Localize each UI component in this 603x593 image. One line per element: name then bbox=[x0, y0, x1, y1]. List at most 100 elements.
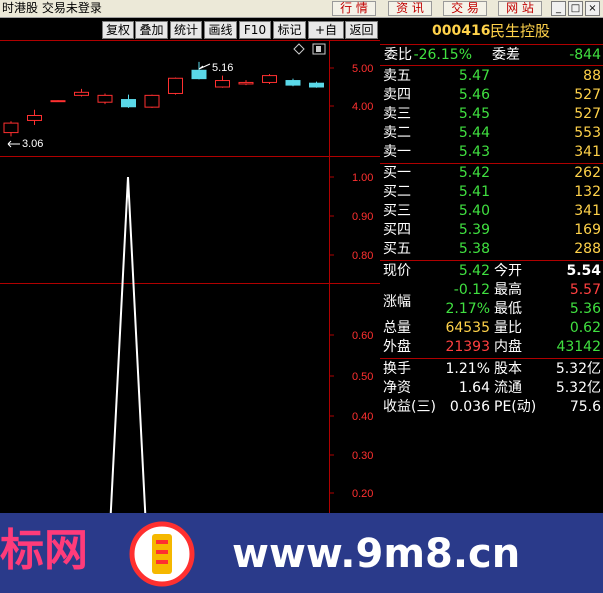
guben-label: 股本 bbox=[494, 361, 522, 377]
ask-row[interactable]: 卖五 5.47 88 bbox=[380, 67, 603, 86]
title-bar: 时港股 交易未登录 行 情 资 讯 交 易 网 站 _ □ × bbox=[0, 0, 603, 18]
chart-area[interactable]: 5.00 4.00 1.00 0.90 0.80 0.60 0.50 0.40 … bbox=[0, 40, 380, 568]
kline-tick-5: 5.00 bbox=[352, 63, 373, 75]
ask-label: 卖二 bbox=[383, 125, 411, 141]
candle bbox=[121, 94, 136, 108]
candle bbox=[309, 81, 324, 88]
kline-chart-svg[interactable]: 5.00 4.00 1.00 0.90 0.80 0.60 0.50 0.40 … bbox=[0, 40, 380, 568]
candle bbox=[3, 121, 19, 137]
bid-label: 买二 bbox=[383, 184, 411, 200]
shouyi-label: 收益(三) bbox=[383, 399, 436, 415]
candle bbox=[50, 100, 66, 103]
liutong-label: 流通 bbox=[494, 380, 522, 396]
bid-volume: 288 bbox=[574, 241, 601, 257]
ind1-tick-080: 0.80 bbox=[352, 250, 373, 262]
biaoji-button[interactable]: 标记 bbox=[273, 21, 306, 39]
liangbi-value: 0.62 bbox=[569, 320, 601, 336]
zongliang-value: 64535 bbox=[445, 320, 490, 336]
ind2-tick-020: 0.20 bbox=[352, 488, 373, 500]
high-price-label: 5.16 bbox=[212, 62, 233, 74]
ask-label: 卖五 bbox=[383, 68, 411, 84]
bid-row[interactable]: 买四 5.39 169 bbox=[380, 221, 603, 240]
pe-label: PE(动) bbox=[494, 399, 537, 415]
ask-volume: 88 bbox=[583, 68, 601, 84]
bid-price: 5.42 bbox=[458, 165, 490, 181]
bid-volume: 262 bbox=[574, 165, 601, 181]
zuidi-label: 最低 bbox=[494, 301, 522, 317]
stock-code: 000416 bbox=[432, 23, 491, 39]
f10-button[interactable]: F10 bbox=[239, 21, 271, 39]
zhangfu-row: 涨幅 2.17% 最低 5.36 bbox=[380, 294, 603, 319]
bid-row[interactable]: 买一 5.42 262 bbox=[380, 164, 603, 183]
bid-row[interactable]: 买五 5.38 288 bbox=[380, 240, 603, 259]
zhangfu-value: 2.17% bbox=[445, 301, 490, 317]
neipan-value: 43142 bbox=[556, 339, 601, 355]
bid-label: 买五 bbox=[383, 241, 411, 257]
window-title: 时港股 交易未登录 bbox=[2, 1, 102, 15]
stock-name: 民生控股 bbox=[490, 22, 551, 40]
bid-label: 买三 bbox=[383, 203, 411, 219]
bid-row[interactable]: 买三 5.40 341 bbox=[380, 202, 603, 221]
quote-panel: 000416 民生控股 委比 -26.15% 委差 -844 卖五 5.47 8… bbox=[380, 18, 603, 513]
candle bbox=[144, 94, 160, 108]
diamond-icon[interactable] bbox=[293, 43, 305, 55]
neipan-label: 内盘 bbox=[494, 339, 522, 355]
ask-row[interactable]: 卖二 5.44 553 bbox=[380, 124, 603, 143]
xianjia-value: 5.42 bbox=[458, 263, 490, 279]
ask-row[interactable]: 卖四 5.46 527 bbox=[380, 86, 603, 105]
low-arrow-icon bbox=[7, 140, 20, 148]
pe-value: 75.6 bbox=[569, 399, 601, 415]
jinkai-label: 今开 bbox=[494, 263, 522, 279]
weibi-label: 委比 bbox=[384, 47, 412, 63]
ask-price: 5.47 bbox=[458, 68, 490, 84]
zongliang-label: 总量 bbox=[383, 320, 411, 336]
banner-url-text: www.9m8.cn bbox=[232, 531, 521, 577]
bid-price: 5.38 bbox=[458, 241, 490, 257]
weibi-value: -26.15% bbox=[413, 47, 472, 63]
change-row: -0.12 最高 5.57 bbox=[380, 281, 603, 300]
candle bbox=[97, 93, 113, 105]
candle bbox=[262, 74, 277, 84]
ask-volume: 553 bbox=[574, 125, 601, 141]
ind1-tick-100: 1.00 bbox=[352, 172, 373, 184]
bid-price: 5.39 bbox=[458, 222, 490, 238]
diejia-button[interactable]: 叠加 bbox=[135, 21, 168, 39]
bid-row[interactable]: 买二 5.41 132 bbox=[380, 183, 603, 202]
indicator-line bbox=[107, 176, 149, 568]
huanshou-label: 换手 bbox=[383, 361, 411, 377]
tongji-button[interactable]: 统计 bbox=[170, 21, 202, 39]
liangbi-label: 量比 bbox=[494, 320, 522, 336]
ask-price: 5.46 bbox=[458, 87, 490, 103]
ind2-tick-060: 0.60 bbox=[352, 330, 373, 342]
minimize-icon[interactable]: _ bbox=[551, 1, 566, 16]
huaxian-button[interactable]: 画线 bbox=[204, 21, 237, 39]
bid-price: 5.40 bbox=[458, 203, 490, 219]
ask-volume: 527 bbox=[574, 87, 601, 103]
zixuan-button[interactable]: +自选 bbox=[308, 21, 344, 53]
zuidi-value: 5.36 bbox=[569, 301, 601, 317]
ask-row[interactable]: 卖三 5.45 527 bbox=[380, 105, 603, 124]
nav-wangzhan-button[interactable]: 网 站 bbox=[498, 1, 542, 16]
change-value: -0.12 bbox=[453, 282, 490, 298]
bid-price: 5.41 bbox=[458, 184, 490, 200]
candle bbox=[168, 77, 183, 95]
maximize-icon[interactable]: □ bbox=[568, 1, 583, 16]
site-logo-icon bbox=[129, 521, 195, 587]
candle bbox=[238, 80, 254, 86]
close-icon[interactable]: × bbox=[585, 1, 600, 16]
nav-zixun-button[interactable]: 资 讯 bbox=[388, 1, 432, 16]
candle bbox=[285, 78, 301, 87]
ask-price: 5.45 bbox=[458, 106, 490, 122]
weicha-label: 委差 bbox=[492, 47, 520, 63]
ask-label: 卖四 bbox=[383, 87, 411, 103]
nav-hangqing-button[interactable]: 行 情 bbox=[332, 1, 376, 16]
window-toggle-icon[interactable] bbox=[312, 43, 326, 55]
fanhui-button[interactable]: 返回 bbox=[345, 21, 378, 39]
ind2-tick-030: 0.30 bbox=[352, 450, 373, 462]
waipan-label: 外盘 bbox=[383, 339, 411, 355]
fuquan-button[interactable]: 复权 bbox=[102, 21, 134, 39]
ask-row[interactable]: 卖一 5.43 341 bbox=[380, 143, 603, 162]
liutong-value: 5.32亿 bbox=[555, 380, 601, 396]
nav-jiaoyi-button[interactable]: 交 易 bbox=[443, 1, 487, 16]
candle bbox=[74, 88, 89, 97]
